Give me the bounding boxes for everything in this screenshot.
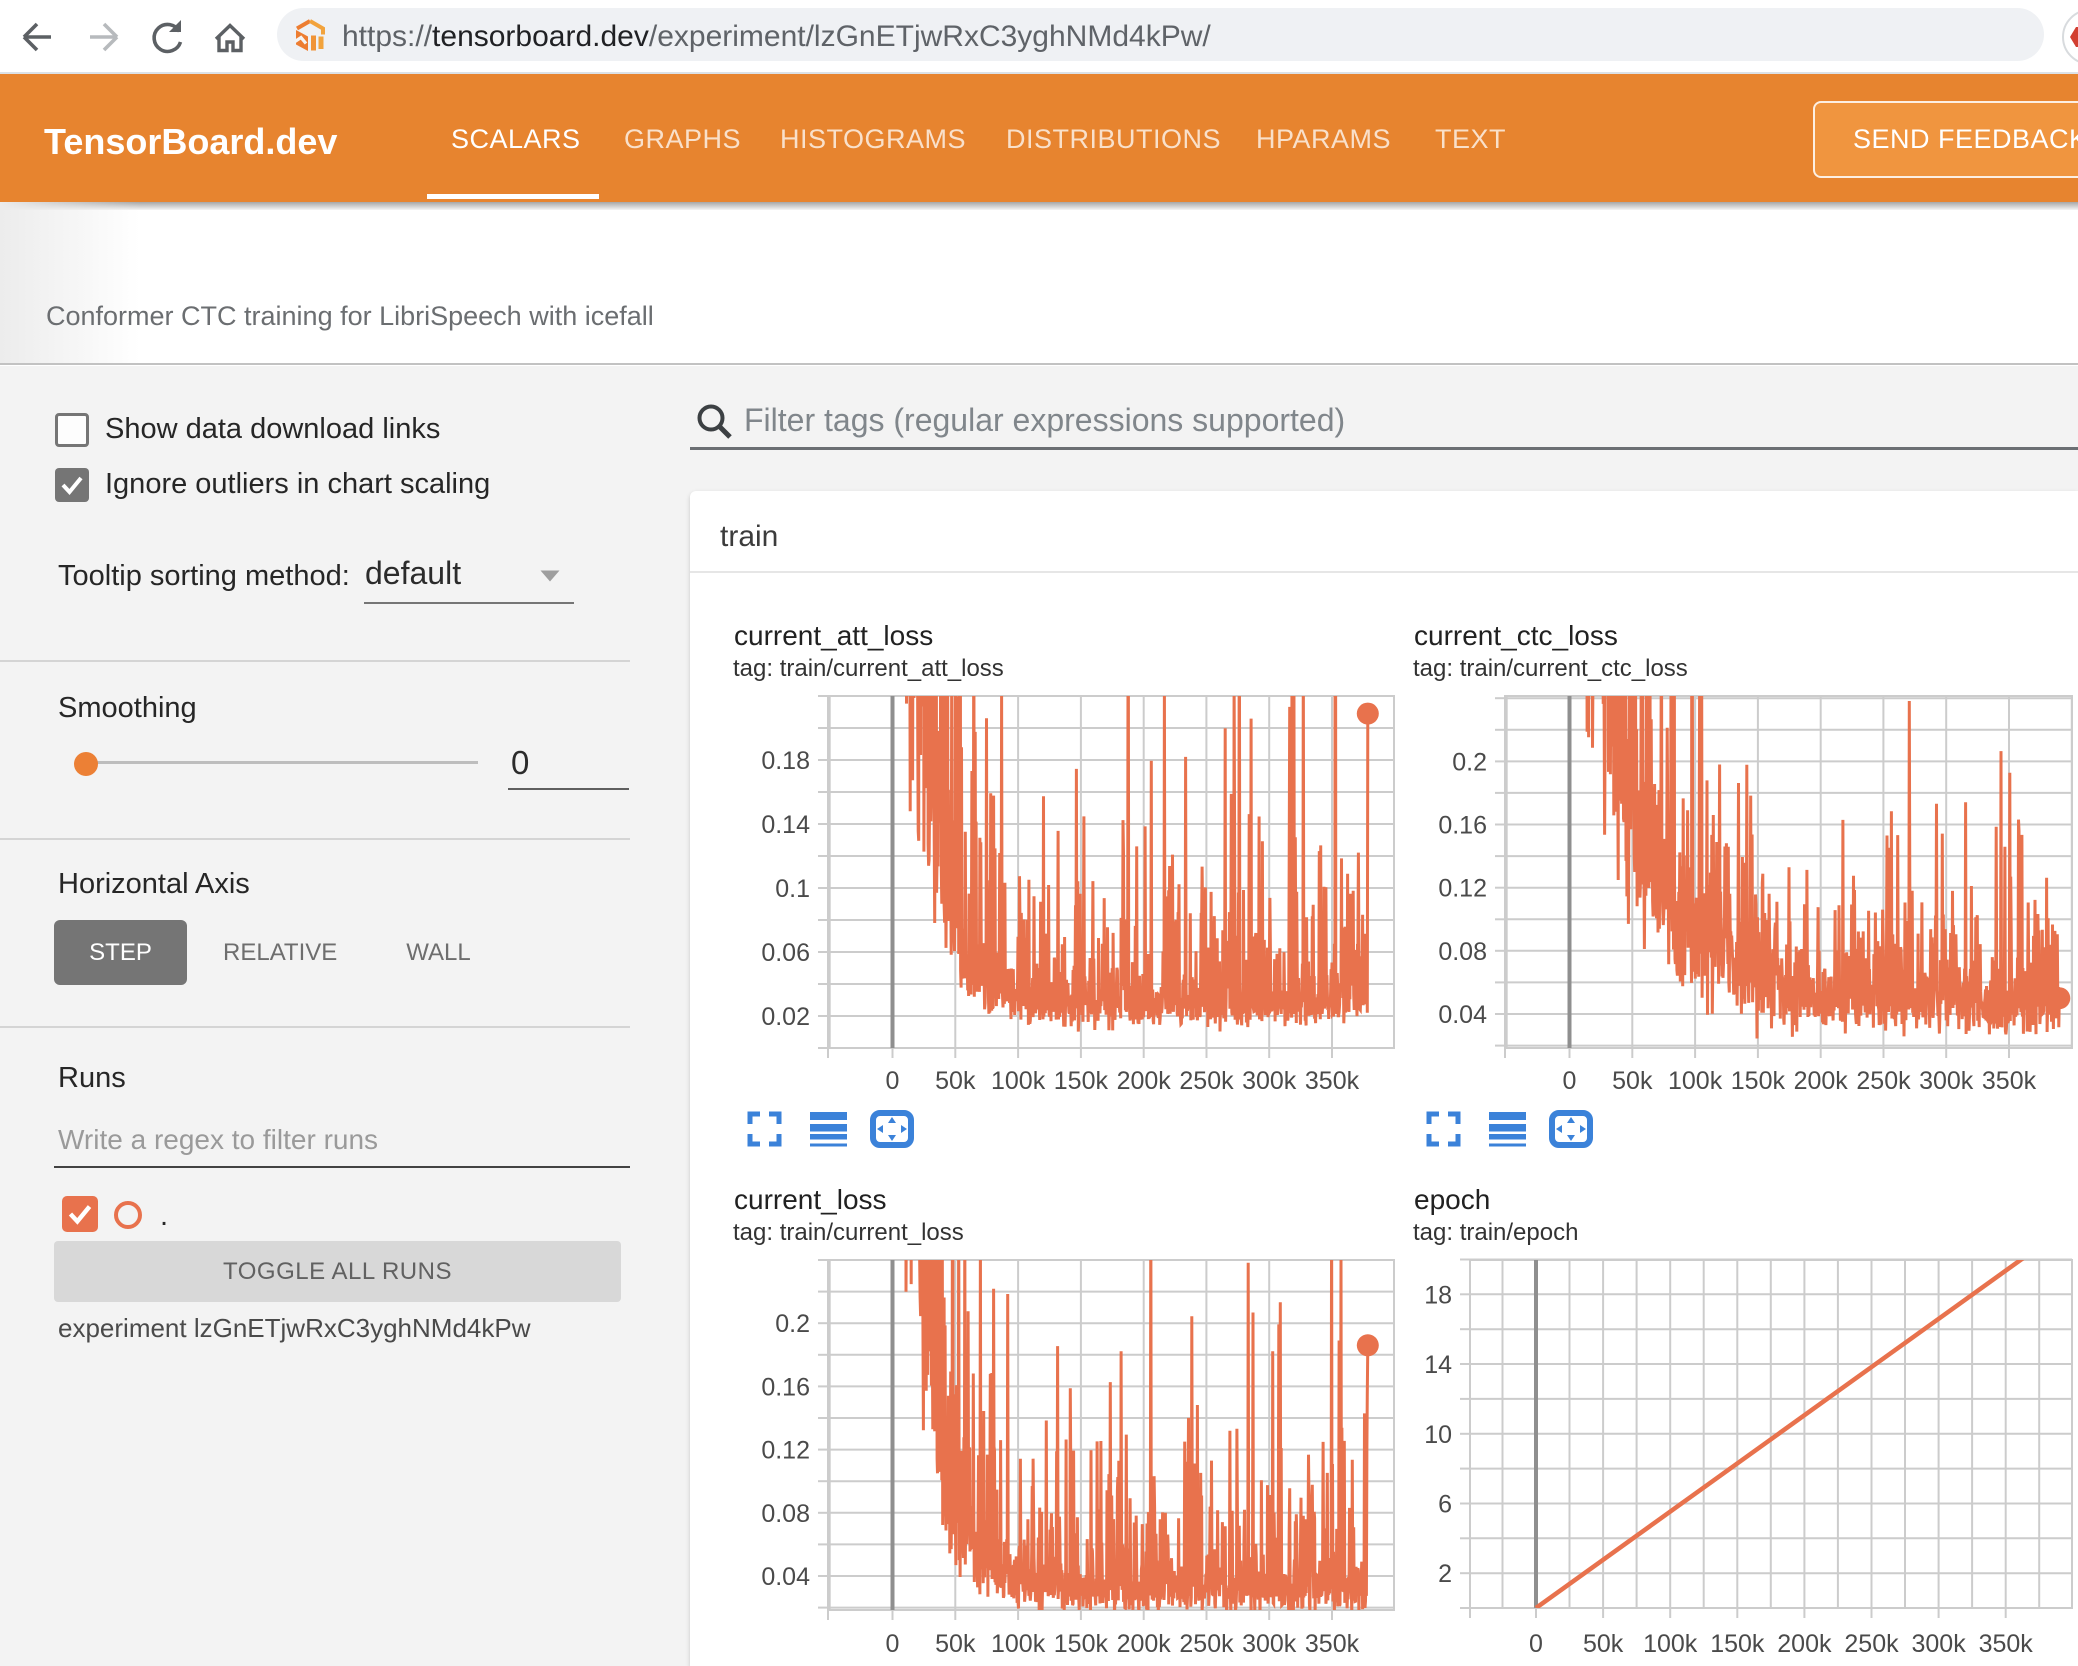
svg-text:epoch: epoch [1414,1184,1490,1215]
svg-text:tag: train/current_att_loss: tag: train/current_att_loss [733,655,1004,682]
svg-text:200k: 200k [1794,1067,1849,1095]
svg-text:0: 0 [1563,1067,1577,1095]
svg-text:0.12: 0.12 [1438,875,1487,903]
svg-text:200k: 200k [1117,1067,1172,1095]
svg-text:350k: 350k [1979,1630,2034,1658]
svg-text:100k: 100k [991,1630,1046,1658]
svg-text:0.08: 0.08 [1438,938,1487,966]
svg-text:0.2: 0.2 [775,1310,810,1338]
svg-text:tag: train/current_ctc_loss: tag: train/current_ctc_loss [1413,655,1688,682]
svg-text:350k: 350k [1305,1630,1360,1658]
svg-text:50k: 50k [935,1630,976,1658]
svg-text:150k: 150k [1731,1067,1786,1095]
svg-text:current_ctc_loss: current_ctc_loss [1414,620,1618,651]
svg-text:300k: 300k [1919,1067,1974,1095]
svg-text:0.04: 0.04 [1438,1001,1487,1029]
svg-text:50k: 50k [1612,1067,1653,1095]
svg-text:0.06: 0.06 [761,939,810,967]
svg-text:0.02: 0.02 [761,1003,810,1031]
svg-text:300k: 300k [1242,1067,1297,1095]
svg-text:0.16: 0.16 [1438,812,1487,840]
svg-text:50k: 50k [935,1067,976,1095]
svg-text:350k: 350k [1982,1067,2037,1095]
svg-text:6: 6 [1438,1491,1452,1519]
svg-text:250k: 250k [1844,1630,1899,1658]
svg-text:100k: 100k [991,1067,1046,1095]
svg-text:150k: 150k [1054,1067,1109,1095]
svg-text:0.16: 0.16 [761,1373,810,1401]
svg-text:18: 18 [1424,1281,1452,1309]
svg-text:0.1: 0.1 [775,875,810,903]
svg-text:250k: 250k [1856,1067,1911,1095]
svg-text:0.18: 0.18 [761,747,810,775]
svg-text:150k: 150k [1054,1630,1109,1658]
svg-text:current_att_loss: current_att_loss [734,620,933,651]
svg-text:0.08: 0.08 [761,1500,810,1528]
svg-text:tag: train/current_loss: tag: train/current_loss [733,1219,964,1246]
svg-text:300k: 300k [1242,1630,1297,1658]
svg-text:100k: 100k [1643,1630,1698,1658]
svg-text:0.12: 0.12 [761,1437,810,1465]
svg-text:10: 10 [1424,1421,1452,1449]
svg-text:tag: train/epoch: tag: train/epoch [1413,1219,1578,1246]
svg-text:250k: 250k [1179,1630,1234,1658]
svg-text:250k: 250k [1179,1067,1234,1095]
svg-text:100k: 100k [1668,1067,1723,1095]
svg-text:50k: 50k [1583,1630,1624,1658]
svg-text:350k: 350k [1305,1067,1360,1095]
svg-text:0.14: 0.14 [761,811,810,839]
svg-text:0: 0 [886,1067,900,1095]
svg-text:0: 0 [886,1630,900,1658]
svg-text:200k: 200k [1777,1630,1832,1658]
svg-text:300k: 300k [1911,1630,1966,1658]
svg-text:150k: 150k [1710,1630,1765,1658]
svg-text:14: 14 [1424,1351,1452,1379]
svg-text:0.2: 0.2 [1452,748,1487,776]
svg-text:2: 2 [1438,1560,1452,1588]
svg-text:0.04: 0.04 [761,1563,810,1591]
svg-text:current_loss: current_loss [734,1184,887,1215]
svg-text:0: 0 [1529,1630,1543,1658]
svg-text:200k: 200k [1117,1630,1172,1658]
